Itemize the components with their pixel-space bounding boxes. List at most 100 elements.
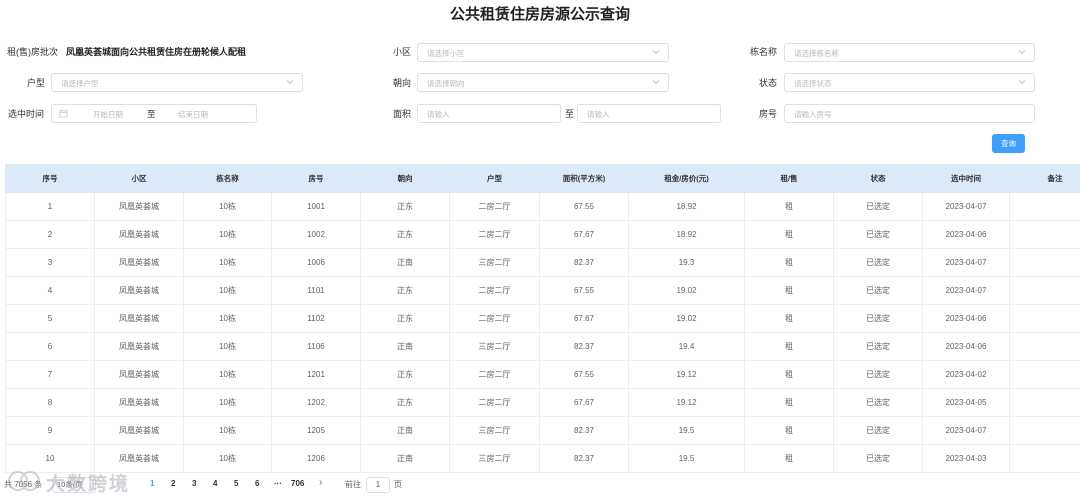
orientation-placeholder: 请选择朝向	[427, 79, 465, 88]
table-cell: 19.5	[628, 416, 745, 445]
page-4-button[interactable]: 4	[213, 479, 217, 488]
page-6-button[interactable]: 6	[255, 479, 259, 488]
column-header: 租/售	[744, 164, 834, 193]
table-cell	[1009, 388, 1080, 417]
building-select[interactable]: 请选择栋名称	[784, 43, 1035, 62]
page-1-button[interactable]: 1	[150, 479, 154, 488]
column-header: 面积(平方米)	[539, 164, 629, 193]
table-cell: 正东	[360, 276, 450, 305]
watermark-text: 大数跨境	[46, 474, 131, 495]
table-cell: 二房二厅	[449, 304, 540, 333]
end-date-input[interactable]: 结束日期	[178, 109, 208, 120]
table-cell: 已选定	[833, 444, 923, 473]
table-cell	[1009, 220, 1080, 249]
page-2-button[interactable]: 2	[171, 479, 175, 488]
area-label: 面积	[393, 109, 412, 119]
page-3-button[interactable]: 3	[192, 479, 196, 488]
table-cell	[1009, 276, 1080, 305]
chevron-down-icon	[652, 80, 660, 85]
table-cell: 3	[5, 248, 95, 277]
goto-page-input[interactable]: 1	[366, 477, 390, 493]
table-cell: 6	[5, 332, 95, 361]
table-cell: 10栋	[183, 304, 272, 333]
table-cell: 2	[5, 220, 95, 249]
watermark-logo-icon	[8, 471, 40, 491]
table-cell: 2023-04-07	[922, 248, 1010, 277]
table-cell: 已选定	[833, 388, 923, 417]
table-row: 9 凤凰英荟城 10栋 1205 正南 三房二厅 82.37 19.5 租已选定 2023-04-…	[5, 416, 1080, 445]
table-cell: 三房二厅	[449, 248, 540, 277]
table-cell: 5	[5, 304, 95, 333]
table-cell: 10栋	[183, 444, 272, 473]
table-row: 3 凤凰英荟城 10栋 1006 正南 三房二厅 82.37 19.3 租已选定 2023-04-…	[5, 248, 1080, 277]
table-cell: 三房二厅	[449, 444, 540, 473]
table-cell: 67.67	[539, 220, 629, 249]
table-cell: 三房二厅	[449, 416, 540, 445]
table-cell: 2023-04-05	[922, 388, 1010, 417]
chevron-down-icon	[1018, 50, 1026, 55]
table-cell: 19.4	[628, 332, 745, 361]
area-max-placeholder: 请输入	[587, 110, 610, 119]
table-cell: 1205	[271, 416, 361, 445]
table-cell: 租	[744, 388, 834, 417]
table-cell: 2023-04-02	[922, 360, 1010, 389]
table-cell: 已选定	[833, 332, 923, 361]
table-cell: 7	[5, 360, 95, 389]
building-label: 栋名称	[750, 47, 778, 57]
table-cell: 1102	[271, 304, 361, 333]
table-cell: 19.02	[628, 304, 745, 333]
page-5-button[interactable]: 5	[234, 479, 238, 488]
area-min-input[interactable]: 请输入	[417, 104, 561, 123]
table-cell: 凤凰英荟城	[94, 332, 184, 361]
page-title: 公共租赁住房房源公示查询	[449, 6, 630, 23]
table-cell: 已选定	[833, 276, 923, 305]
start-date-input[interactable]: 开始日期	[93, 109, 123, 120]
chevron-down-icon	[1018, 80, 1026, 85]
table-cell: 2023-04-07	[922, 416, 1010, 445]
column-header: 户型	[449, 164, 540, 193]
table-cell: 已选定	[833, 220, 923, 249]
area-min-placeholder: 请输入	[427, 110, 450, 119]
query-button[interactable]: 查询	[992, 134, 1025, 153]
table-cell: 1206	[271, 444, 361, 473]
table-cell: 19.02	[628, 276, 745, 305]
table-cell: 2023-04-03	[922, 444, 1010, 473]
table-cell: 82.37	[539, 332, 629, 361]
table-cell: 租	[744, 416, 834, 445]
table-row: 5 凤凰英荟城 10栋 1102 正东 二房二厅 67.67 19.02 租已选定 2023-04…	[5, 304, 1080, 333]
table-cell: 2023-04-07	[922, 276, 1010, 305]
status-label: 状态	[759, 78, 778, 88]
table-cell: 租	[744, 360, 834, 389]
room-label: 房号	[759, 109, 778, 119]
column-header: 小区	[94, 164, 184, 193]
community-select[interactable]: 请选择小区	[417, 43, 669, 62]
layout-label: 户型	[27, 78, 46, 88]
orientation-select[interactable]: 请选择朝向	[417, 73, 669, 92]
layout-placeholder: 请选择户型	[61, 79, 99, 88]
column-header: 朝向	[360, 164, 450, 193]
table-cell: 19.5	[628, 444, 745, 473]
area-max-input[interactable]: 请输入	[577, 104, 721, 123]
table-cell: 67.67	[539, 304, 629, 333]
chevron-right-icon[interactable]: ›	[319, 477, 322, 488]
table-cell	[1009, 248, 1080, 277]
table-cell: 二房二厅	[449, 192, 540, 221]
table-cell: 67.55	[539, 276, 629, 305]
table-cell: 凤凰英荟城	[94, 304, 184, 333]
status-select[interactable]: 请选择状态	[784, 73, 1035, 92]
table-row: 6 凤凰英荟城 10栋 1106 正南 三房二厅 82.37 19.4 租已选定 2023-04-…	[5, 332, 1080, 361]
table-cell: 租	[744, 192, 834, 221]
date-range-picker[interactable]: 开始日期 至 结束日期	[51, 104, 257, 123]
table-cell: 19.12	[628, 360, 745, 389]
table-cell: 10栋	[183, 248, 272, 277]
page-706-button[interactable]: 706	[291, 479, 304, 488]
room-input[interactable]: 请输入房号	[784, 104, 1035, 123]
layout-select[interactable]: 请选择户型	[51, 73, 303, 92]
area-range-separator: 至	[565, 109, 575, 119]
table-cell: 1106	[271, 332, 361, 361]
community-placeholder: 请选择小区	[427, 49, 465, 58]
table-cell: 正东	[360, 360, 450, 389]
more-pages-button[interactable]: ···	[274, 479, 282, 488]
table-cell: 2023-04-06	[922, 220, 1010, 249]
table-cell: 82.37	[539, 444, 629, 473]
